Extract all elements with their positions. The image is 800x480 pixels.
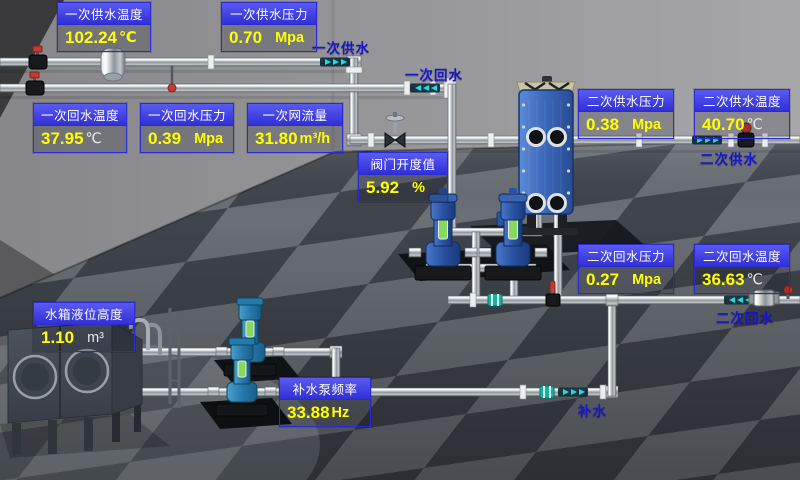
sensor-title: 二次供水温度 — [695, 90, 789, 112]
hmi-heat-exchange-station: 一次供水温度 102.24℃ 一次供水压力 0.70Mpa 一次回水温度 37.… — [0, 0, 800, 480]
strainer[interactable] — [101, 48, 125, 81]
pipe-label-primary-supply: 一次供水 — [312, 37, 370, 57]
sensor-value: 0.27 — [586, 270, 619, 290]
sensor-value: 37.95 — [41, 129, 84, 149]
pump-status-light — [238, 361, 246, 377]
sensor-tank-level: 水箱液位高度 1.10 m³ — [33, 302, 135, 352]
sensor-value: 36.63 — [702, 270, 745, 290]
sensor-value: 31.80 — [255, 129, 298, 149]
sensor-unit: ℃ — [86, 131, 102, 147]
scene-canvas — [0, 0, 800, 480]
sensor-primary-supply-pressure: 一次供水压力 0.70 Mpa — [221, 2, 317, 52]
sensor-value: 0.39 — [148, 129, 181, 149]
hx-port-bottom-left — [528, 195, 545, 212]
coupling-makeup — [540, 386, 554, 398]
sensor-unit: Mpa — [632, 272, 661, 288]
sensor-title: 二次供水压力 — [579, 90, 673, 112]
sensor-value: 0.70 — [229, 28, 262, 48]
pipe-label-makeup: 补水 — [578, 400, 607, 420]
sensor-primary-flow: 一次网流量 31.80m³/h — [247, 103, 343, 153]
pump-status-light — [439, 219, 448, 239]
sensor-primary-return-temp: 一次回水温度 37.95℃ — [33, 103, 127, 153]
sensor-unit: Mpa — [194, 131, 223, 147]
sensor-value: 0.38 — [586, 115, 619, 135]
sensor-secondary-supply-temp: 二次供水温度 40.70℃ — [694, 89, 790, 139]
flow-arrows-primary-supply — [320, 58, 350, 67]
sensor-secondary-return-temp: 二次回水温度 36.63℃ — [694, 244, 790, 294]
sensor-title: 补水泵频率 — [280, 378, 370, 400]
sensor-title: 一次回水压力 — [141, 104, 233, 126]
pipe-label-primary-return: 一次回水 — [405, 64, 463, 84]
sensor-value: 5.92 — [366, 178, 399, 198]
sensor-unit: m³ — [87, 330, 104, 346]
hx-port-top-left — [528, 129, 545, 146]
sensor-value: 40.70 — [702, 115, 745, 135]
sensor-title: 水箱液位高度 — [34, 303, 134, 325]
sensor-makeup-pump-frequency: 补水泵频率 33.88Hz — [279, 377, 371, 427]
sensor-title: 二次回水温度 — [695, 245, 789, 267]
sensor-unit: m³/h — [300, 131, 331, 147]
pipe-label-secondary-supply: 二次供水 — [700, 148, 758, 168]
flow-arrows-primary-return — [410, 84, 440, 93]
sensor-unit: ℃ — [119, 30, 137, 46]
sensor-unit: ℃ — [747, 117, 763, 133]
sensor-title: 一次供水压力 — [222, 3, 316, 25]
sensor-unit: Mpa — [275, 30, 304, 46]
sensor-valve-opening: 阀门开度值 5.92% — [358, 152, 448, 202]
flow-arrows-makeup — [558, 388, 588, 397]
hx-port-top-right — [549, 129, 566, 146]
sensor-title: 二次回水压力 — [579, 245, 673, 267]
sensor-value: 1.10 — [41, 328, 74, 348]
sensor-secondary-supply-pressure: 二次供水压力 0.38 Mpa — [578, 89, 674, 139]
pump-status-light — [509, 219, 518, 239]
pipe-label-secondary-return: 二次回水 — [716, 307, 774, 327]
sensor-value: 102.24 — [65, 28, 117, 48]
sensor-primary-return-pressure: 一次回水压力 0.39 Mpa — [140, 103, 234, 153]
sensor-unit: Mpa — [632, 117, 661, 133]
sensor-title: 一次供水温度 — [58, 3, 150, 25]
sensor-primary-supply-temp: 一次供水温度 102.24℃ — [57, 2, 151, 52]
sensor-title: 阀门开度值 — [359, 153, 447, 175]
hx-port-bottom-right — [549, 195, 566, 212]
sensor-unit: ℃ — [747, 272, 763, 288]
sensor-secondary-return-pressure: 二次回水压力 0.27 Mpa — [578, 244, 674, 294]
sensor-title: 一次回水温度 — [34, 104, 126, 126]
pump-status-light — [246, 321, 254, 337]
coupling-secondary-return — [488, 294, 502, 306]
sensor-unit: Hz — [332, 405, 350, 421]
sensor-unit: % — [412, 180, 425, 196]
sensor-title: 一次网流量 — [248, 104, 342, 126]
sensor-value: 33.88 — [287, 403, 330, 423]
